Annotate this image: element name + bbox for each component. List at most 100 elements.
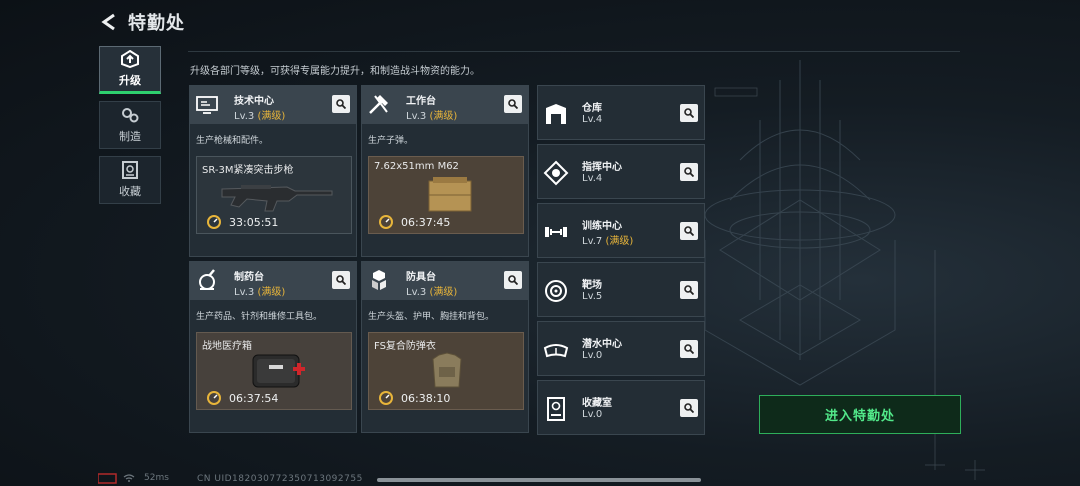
- level-value: Lv.7: [582, 236, 603, 247]
- facility-level: Lv.0: [582, 409, 602, 420]
- production-slot[interactable]: 7.62x51mm M62 06:37:45: [368, 156, 524, 234]
- facility-name: 潜水中心: [582, 339, 622, 350]
- dumbbell-icon: [545, 227, 567, 237]
- max-level-tag: (满级): [605, 236, 634, 247]
- facility-training-center[interactable]: 训练中心 Lv.7 (满级): [537, 203, 705, 258]
- sidebar-label: 收藏: [119, 185, 141, 198]
- production-timer: 06:37:45: [401, 216, 451, 229]
- enter-button[interactable]: 进入特勤处: [759, 395, 961, 434]
- level-value: Lv.4: [582, 173, 603, 184]
- sidebar-tab-collection[interactable]: 收藏: [99, 156, 161, 204]
- card-level: Lv.3 (满级): [234, 283, 285, 298]
- card-pharmacy[interactable]: 制药台 Lv.3 (满级) 生产药品、针剂和维修工具包。 战地医疗箱 06:37…: [189, 261, 357, 433]
- card-header: 技术中心 Lv.3 (满级): [190, 86, 356, 124]
- header: 特勤处: [98, 8, 185, 36]
- search-icon: [336, 99, 346, 109]
- max-level-tag: (满级): [257, 111, 286, 122]
- command-center-icon: [543, 160, 569, 186]
- card-description: 生产枪械和配件。: [196, 136, 269, 146]
- dive-mask-icon: [543, 344, 569, 358]
- facility-name: 训练中心: [582, 221, 622, 232]
- medkit-image: [252, 354, 305, 388]
- sidebar-tab-craft[interactable]: 制造: [99, 101, 161, 149]
- search-button[interactable]: [504, 95, 522, 113]
- armor-bench-icon: [372, 270, 386, 290]
- card-title: 制药台: [234, 272, 264, 283]
- search-button[interactable]: [680, 399, 698, 417]
- card-level: Lv.3 (满级): [234, 107, 285, 122]
- card-level: Lv.3 (满级): [406, 107, 457, 122]
- timer-icon: [379, 391, 393, 405]
- max-level-tag: (满级): [429, 287, 458, 298]
- card-header: 工作台 Lv.3 (满级): [362, 86, 528, 124]
- header-divider: [188, 51, 960, 52]
- max-level-tag: (满级): [257, 287, 286, 298]
- target-icon: [545, 280, 567, 302]
- sidebar-label: 升级: [119, 74, 141, 87]
- max-level-tag: (满级): [429, 111, 458, 122]
- timer-icon: [207, 215, 221, 229]
- production-slot[interactable]: 战地医疗箱 06:37:54: [196, 332, 352, 410]
- card-header: 制药台 Lv.3 (满级): [190, 262, 356, 300]
- search-button[interactable]: [332, 271, 350, 289]
- card-workbench[interactable]: 工作台 Lv.3 (满级) 生产子弹。 7.62x51mm M62 06:37:…: [361, 85, 529, 257]
- search-button[interactable]: [680, 222, 698, 240]
- timer-icon: [379, 215, 393, 229]
- search-button[interactable]: [332, 95, 350, 113]
- search-icon: [684, 108, 694, 118]
- facility-level: Lv.0: [582, 350, 602, 361]
- search-icon: [684, 403, 694, 413]
- card-level: Lv.3 (满级): [406, 283, 457, 298]
- facility-dive-center[interactable]: 潜水中心 Lv.0: [537, 321, 705, 376]
- ammo-box-image: [428, 177, 472, 212]
- uid-text: CN UID18203077235071309275​5: [197, 474, 363, 484]
- wifi-icon: [98, 473, 135, 484]
- search-button[interactable]: [680, 281, 698, 299]
- production-slot[interactable]: SR-3M紧凑突击步枪 33:05:51: [196, 156, 352, 234]
- card-armor-bench[interactable]: 防具台 Lv.3 (满级) 生产头盔、护甲、胸挂和背包。 FS复合防弹衣 06:…: [361, 261, 529, 433]
- card-title: 工作台: [406, 96, 436, 107]
- level-value: Lv.3: [406, 287, 427, 298]
- tech-center-icon: [196, 96, 218, 114]
- search-icon: [684, 344, 694, 354]
- rifle-image: [221, 185, 333, 212]
- search-icon: [684, 167, 694, 177]
- workbench-icon: [369, 95, 388, 114]
- facility-command-center[interactable]: 指挥中心 Lv.4: [537, 144, 705, 199]
- level-value: Lv.0: [582, 350, 603, 361]
- search-icon: [508, 275, 518, 285]
- search-button[interactable]: [680, 163, 698, 181]
- facility-shooting-range[interactable]: 靶场 Lv.5: [537, 262, 705, 317]
- production-slot[interactable]: FS复合防弹衣 06:38:10: [368, 332, 524, 410]
- facility-collection-room[interactable]: 收藏室 Lv.0: [537, 380, 705, 435]
- page-subtitle: 升级各部门等级，可获得专属能力提升，和制造战斗物资的能力。: [190, 66, 480, 77]
- back-arrow-icon: [101, 13, 115, 31]
- card-description: 生产头盔、护甲、胸挂和背包。: [368, 312, 495, 322]
- sidebar-tab-upgrade[interactable]: 升级: [99, 46, 161, 94]
- facility-warehouse[interactable]: 仓库 Lv.4: [537, 85, 705, 140]
- search-button[interactable]: [680, 340, 698, 358]
- page-title: 特勤处: [128, 13, 185, 34]
- timer-icon: [207, 391, 221, 405]
- level-value: Lv.3: [234, 111, 255, 122]
- facility-level: Lv.5: [582, 291, 602, 302]
- search-icon: [684, 285, 694, 295]
- level-value: Lv.3: [406, 111, 427, 122]
- collection-icon: [122, 161, 138, 179]
- card-tech-center[interactable]: 技术中心 Lv.3 (满级) 生产枪械和配件。 SR-3M紧凑突击步枪 33:0…: [189, 85, 357, 257]
- home-indicator: [377, 478, 701, 482]
- level-value: Lv.4: [582, 114, 603, 125]
- card-description: 生产药品、针剂和维修工具包。: [196, 312, 323, 322]
- back-button[interactable]: [98, 10, 120, 34]
- status-bar: 52ms: [98, 472, 169, 484]
- search-button[interactable]: [680, 104, 698, 122]
- gears-icon: [122, 108, 139, 123]
- facility-name: 靶场: [582, 280, 602, 291]
- facility-level: Lv.4: [582, 173, 602, 184]
- production-timer: 06:38:10: [401, 392, 451, 405]
- card-header: 防具台 Lv.3 (满级): [362, 262, 528, 300]
- ping-text: 52ms: [144, 473, 169, 483]
- card-description: 生产子弹。: [368, 136, 414, 146]
- search-button[interactable]: [504, 271, 522, 289]
- pharmacy-icon: [199, 269, 215, 290]
